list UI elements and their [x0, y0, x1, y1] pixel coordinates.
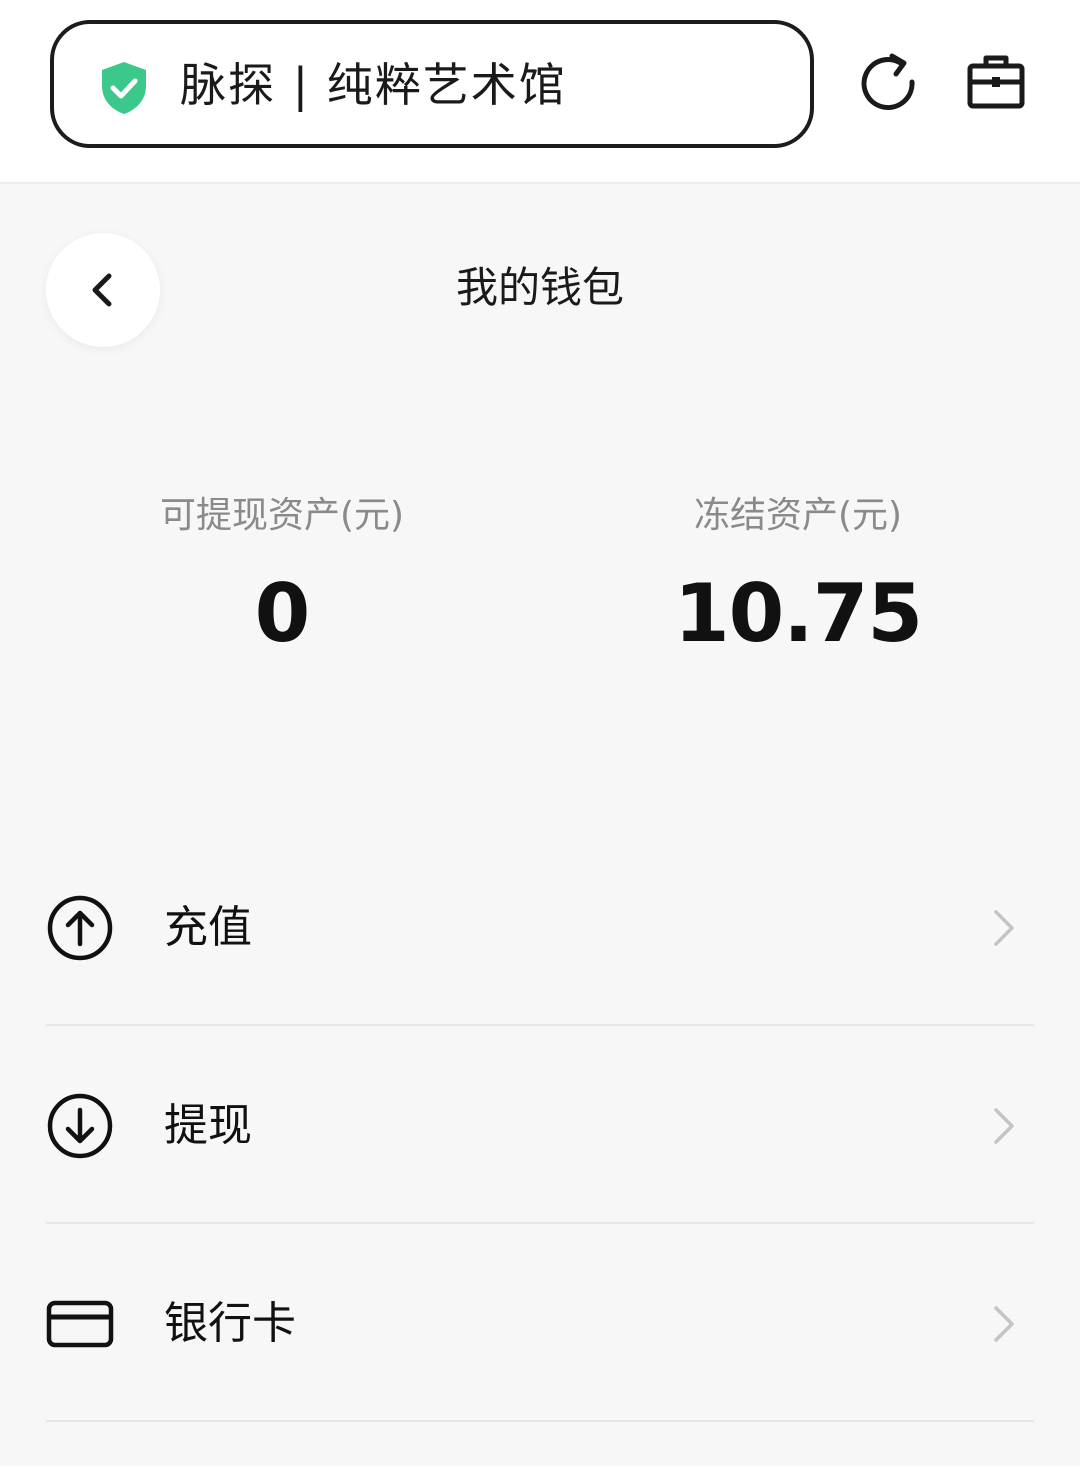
wallet-menu: 充值 提现 银行卡 — [46, 828, 1034, 1422]
menu-item-label: 充值 — [164, 902, 252, 953]
menu-item-withdraw[interactable]: 提现 — [46, 1026, 1034, 1224]
menu-item-recharge[interactable]: 充值 — [46, 828, 1034, 1026]
page-title: 我的钱包 — [455, 263, 624, 312]
top-bar: 脉探 | 纯粹艺术馆 — [0, 0, 1080, 184]
toolbox-icon[interactable] — [964, 50, 1028, 114]
arrow-up-circle-icon — [47, 895, 113, 961]
withdrawable-assets: 可提现资产(元) 0 — [72, 490, 492, 662]
frozen-label: 冻结资产(元) — [693, 495, 903, 536]
frozen-assets: 冻结资产(元) 10.75 — [588, 490, 1008, 662]
chevron-right-icon — [994, 1108, 1014, 1144]
chevron-right-icon — [994, 1306, 1014, 1342]
withdrawable-label: 可提现资产(元) — [159, 495, 405, 536]
site-title: 脉探 | 纯粹艺术馆 — [180, 58, 567, 112]
chevron-right-icon — [994, 910, 1014, 946]
shield-check-icon — [102, 62, 146, 114]
menu-item-bank-card[interactable]: 银行卡 — [46, 1224, 1034, 1422]
menu-item-label: 提现 — [164, 1100, 252, 1151]
withdrawable-value: 0 — [254, 567, 311, 660]
frozen-value: 10.75 — [673, 567, 923, 660]
refresh-icon[interactable] — [856, 50, 920, 114]
menu-item-label: 银行卡 — [164, 1298, 296, 1349]
address-bar[interactable]: 脉探 | 纯粹艺术馆 — [50, 20, 814, 148]
arrow-down-circle-icon — [47, 1093, 113, 1159]
credit-card-icon — [46, 1300, 114, 1348]
